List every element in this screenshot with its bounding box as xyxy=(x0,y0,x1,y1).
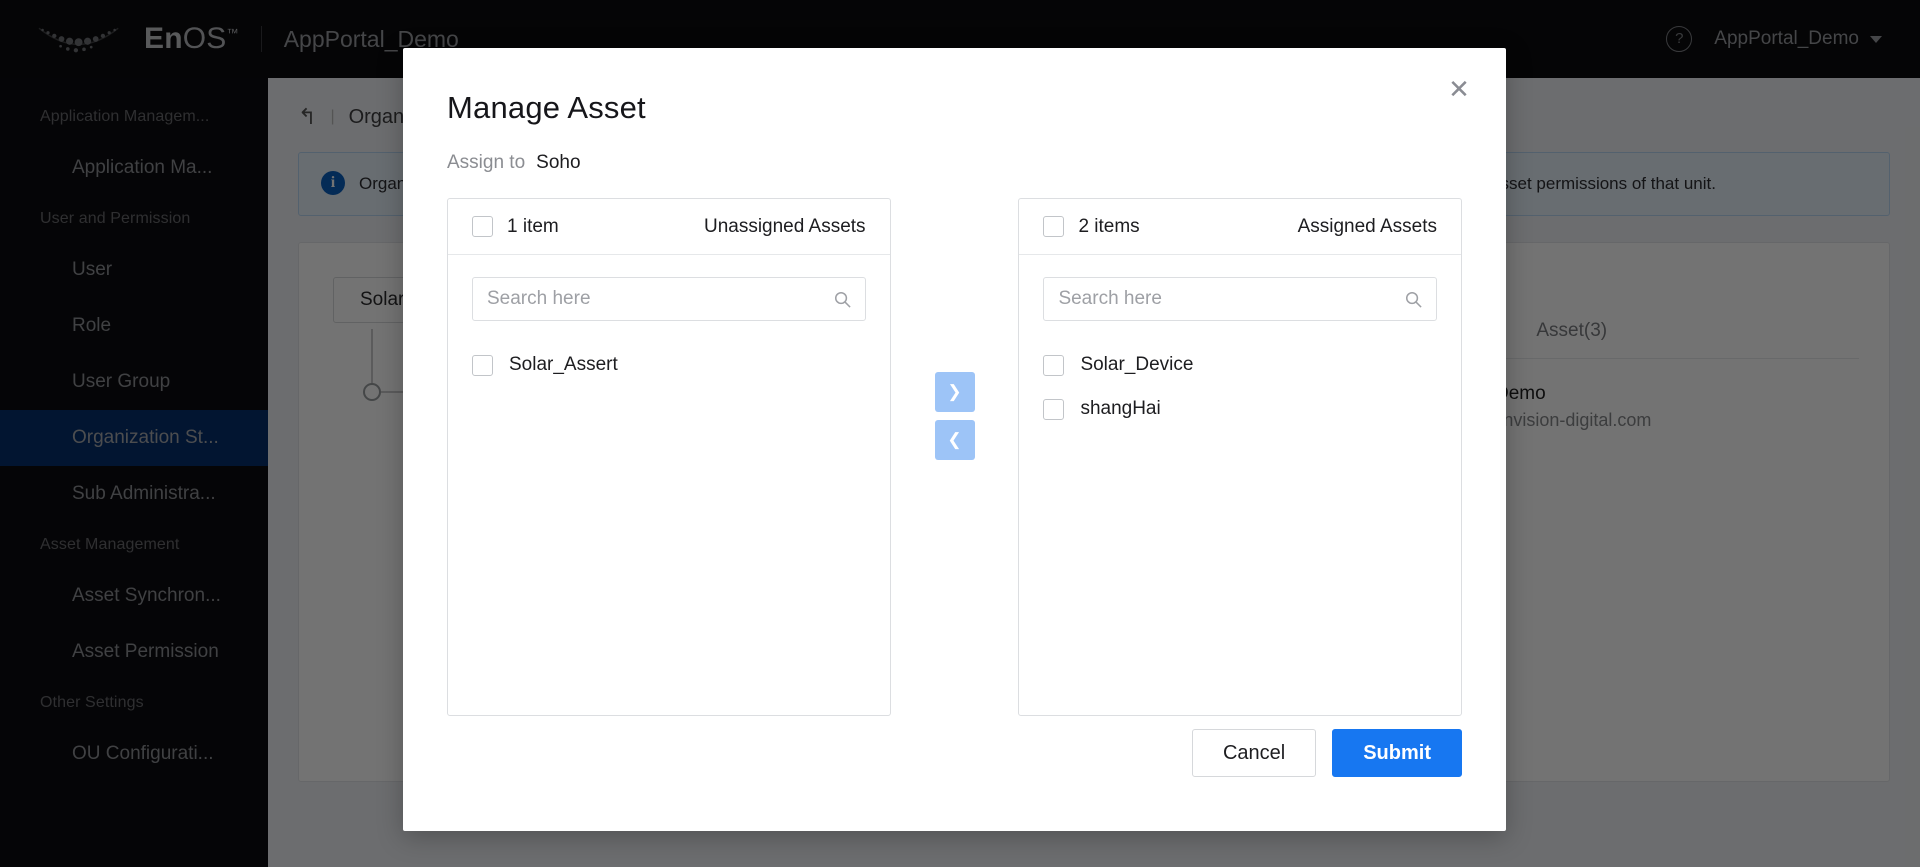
assigned-search-input[interactable] xyxy=(1044,278,1436,320)
assign-to-label: Assign to xyxy=(447,152,525,174)
assign-to-row: Assign to Soho xyxy=(447,152,1462,174)
asset-label: Solar_Assert xyxy=(509,354,618,376)
cancel-button[interactable]: Cancel xyxy=(1192,729,1316,777)
unassigned-panel-title: Unassigned Assets xyxy=(704,216,866,238)
unassigned-panel-header: 1 item Unassigned Assets xyxy=(448,199,890,255)
list-item[interactable]: shangHai xyxy=(1043,387,1437,431)
asset-checkbox[interactable] xyxy=(472,355,493,376)
unassigned-search-wrapper xyxy=(472,277,866,321)
assigned-assets-panel: 2 items Assigned Assets Solar_Device xyxy=(1018,198,1462,716)
assigned-search-row xyxy=(1019,255,1461,321)
list-item[interactable]: Solar_Assert xyxy=(472,343,866,387)
unassigned-asset-list: Solar_Assert xyxy=(448,321,890,715)
asset-label: Solar_Device xyxy=(1080,354,1193,376)
asset-label: shangHai xyxy=(1080,398,1160,420)
asset-checkbox[interactable] xyxy=(1043,399,1064,420)
list-item[interactable]: Solar_Device xyxy=(1043,343,1437,387)
assigned-panel-title: Assigned Assets xyxy=(1298,216,1437,238)
select-all-assigned-checkbox[interactable] xyxy=(1043,216,1064,237)
unassigned-search-input[interactable] xyxy=(473,278,865,320)
submit-button[interactable]: Submit xyxy=(1332,729,1462,777)
unassigned-search-row xyxy=(448,255,890,321)
manage-asset-dialog: ✕ Manage Asset Assign to Soho 1 item Una… xyxy=(403,48,1506,831)
search-icon xyxy=(1404,290,1423,309)
asset-checkbox[interactable] xyxy=(1043,355,1064,376)
assign-to-value: Soho xyxy=(536,152,580,174)
assigned-asset-list: Solar_Device shangHai xyxy=(1019,321,1461,715)
dialog-footer: Cancel Submit xyxy=(1192,729,1462,777)
move-left-button[interactable]: ❮ xyxy=(935,420,975,460)
dialog-title: Manage Asset xyxy=(447,48,1462,126)
transfer-controls: ❯ ❮ xyxy=(891,198,1019,460)
move-right-button[interactable]: ❯ xyxy=(935,372,975,412)
close-icon[interactable]: ✕ xyxy=(1440,70,1478,108)
unassigned-assets-panel: 1 item Unassigned Assets Solar_Assert xyxy=(447,198,891,716)
unassigned-count-label: 1 item xyxy=(507,216,559,238)
assigned-search-wrapper xyxy=(1043,277,1437,321)
transfer-widget: 1 item Unassigned Assets Solar_Assert xyxy=(447,198,1462,716)
select-all-unassigned-checkbox[interactable] xyxy=(472,216,493,237)
assigned-count-label: 2 items xyxy=(1078,216,1139,238)
search-icon xyxy=(833,290,852,309)
assigned-panel-header: 2 items Assigned Assets xyxy=(1019,199,1461,255)
